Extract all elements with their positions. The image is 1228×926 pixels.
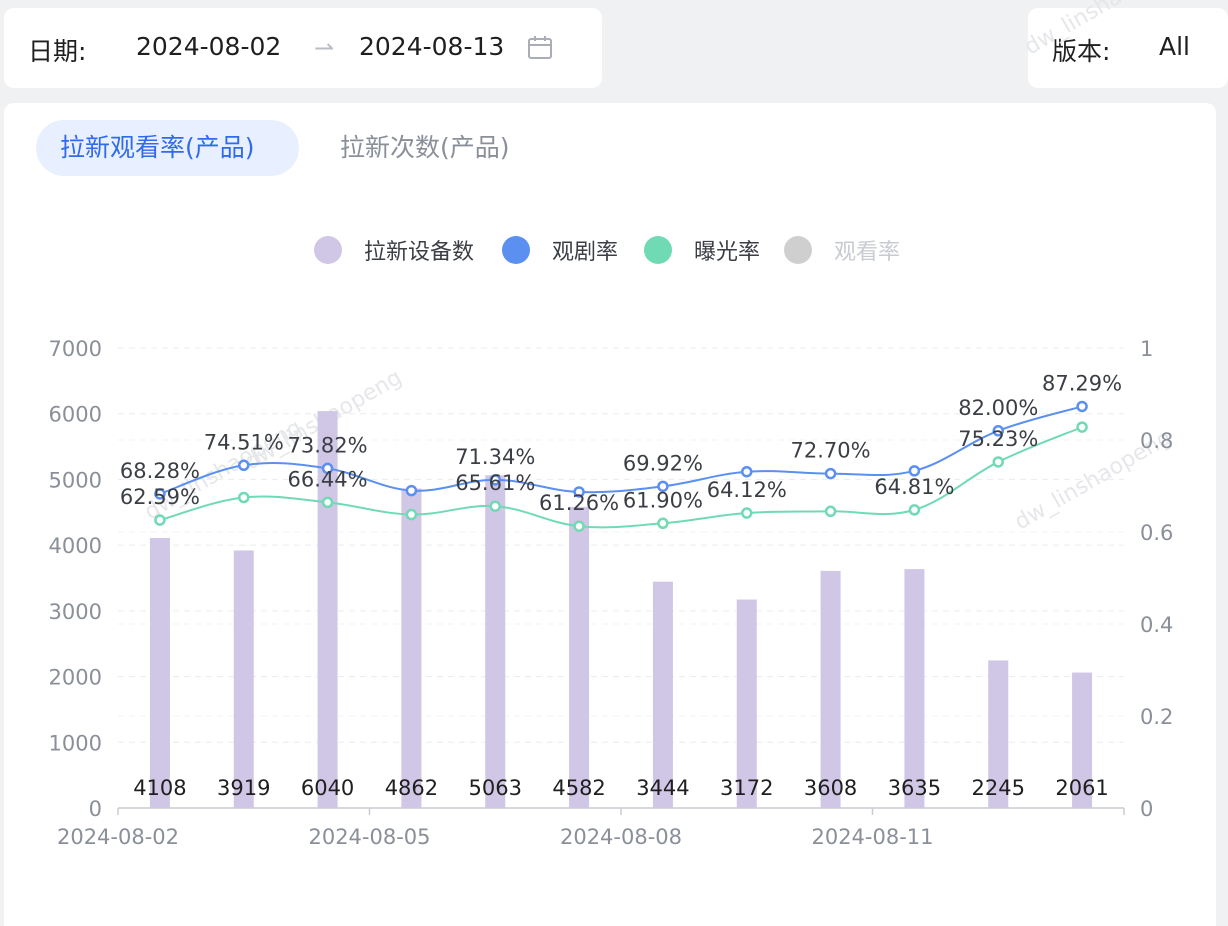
y-right-tick-label: 0.8 — [1140, 429, 1173, 453]
y-left-tick-label: 1000 — [49, 731, 102, 755]
series-point — [824, 467, 837, 480]
bar — [401, 488, 422, 808]
y-right-tick-label: 0.6 — [1140, 521, 1173, 545]
bar-value-label: 3444 — [636, 776, 689, 800]
point-value-label: 75.23% — [958, 427, 1038, 451]
bar-value-label: 4862 — [385, 776, 438, 800]
x-tick-label: 2024-08-11 — [811, 825, 933, 849]
bar-value-label: 3919 — [217, 776, 270, 800]
bar-value-label: 3608 — [804, 776, 857, 800]
series-point — [741, 465, 753, 478]
y-left-tick-label: 7000 — [49, 337, 102, 361]
point-value-label: 62.59% — [120, 485, 200, 509]
bar — [820, 570, 841, 808]
bar — [652, 581, 673, 808]
point-value-label: 64.12% — [707, 478, 787, 502]
series-point — [657, 517, 669, 530]
point-value-label: 69.92% — [623, 451, 703, 475]
point-value-label: 64.81% — [874, 475, 954, 499]
combo-chart: dw_linshaopeng dw_linshaopengdw_linshaope… — [49, 0, 1187, 849]
y-left-tick-label: 5000 — [49, 468, 102, 492]
point-value-label: 72.70% — [791, 439, 871, 463]
bar-value-label: 3635 — [888, 776, 941, 800]
x-tick-label: 2024-08-08 — [560, 825, 682, 849]
bar — [233, 550, 254, 808]
x-tick-label: 2024-08-02 — [57, 825, 179, 849]
bar-value-label: 2061 — [1055, 776, 1108, 800]
bar-value-label: 6040 — [301, 776, 354, 800]
watermark-text: dw_linshaopeng — [1021, 0, 1187, 60]
y-left-tick-label: 6000 — [49, 403, 102, 427]
y-right-tick-label: 0 — [1140, 797, 1153, 821]
series-point — [908, 504, 921, 516]
bar-value-label: 5063 — [469, 776, 522, 800]
series-point — [741, 507, 753, 519]
y-right-tick-label: 0.2 — [1140, 705, 1173, 729]
series-point — [238, 459, 250, 472]
point-value-label: 74.51% — [204, 430, 284, 454]
series-point — [992, 456, 1004, 468]
y-left-tick-label: 3000 — [49, 600, 102, 624]
bar — [569, 506, 590, 808]
series-point — [405, 508, 418, 521]
point-value-label: 71.34% — [455, 445, 535, 469]
bar-value-label: 4108 — [133, 776, 186, 800]
series-point — [573, 520, 585, 532]
y-left-tick-label: 2000 — [49, 666, 102, 690]
bar-value-label: 3172 — [720, 776, 773, 800]
series-point — [1076, 400, 1088, 413]
point-value-label: 66.44% — [288, 467, 368, 491]
x-tick-label: 2024-08-05 — [308, 825, 430, 849]
series-point — [824, 505, 837, 518]
point-value-label: 61.90% — [623, 488, 703, 512]
point-value-label: 65.61% — [455, 471, 535, 495]
bar-value-label: 4582 — [552, 776, 605, 800]
series-point — [1076, 421, 1088, 433]
series-point — [154, 514, 166, 526]
bar — [485, 475, 506, 808]
y-right-tick-label: 1 — [1140, 337, 1153, 361]
y-left-tick-label: 0 — [89, 797, 102, 821]
point-value-label: 73.82% — [288, 433, 368, 457]
bar — [904, 569, 925, 808]
point-value-label: 68.28% — [120, 459, 200, 483]
point-value-label: 61.26% — [539, 491, 619, 515]
point-value-label: 87.29% — [1042, 371, 1122, 395]
series-point — [321, 496, 334, 509]
series-point — [405, 484, 418, 497]
y-left-tick-label: 4000 — [49, 534, 102, 558]
bar — [149, 538, 170, 808]
y-right-tick-label: 0.4 — [1140, 613, 1173, 637]
series-point — [238, 491, 250, 504]
series-point — [489, 500, 501, 512]
bar-value-label: 2245 — [972, 776, 1025, 800]
point-value-label: 82.00% — [958, 396, 1038, 420]
